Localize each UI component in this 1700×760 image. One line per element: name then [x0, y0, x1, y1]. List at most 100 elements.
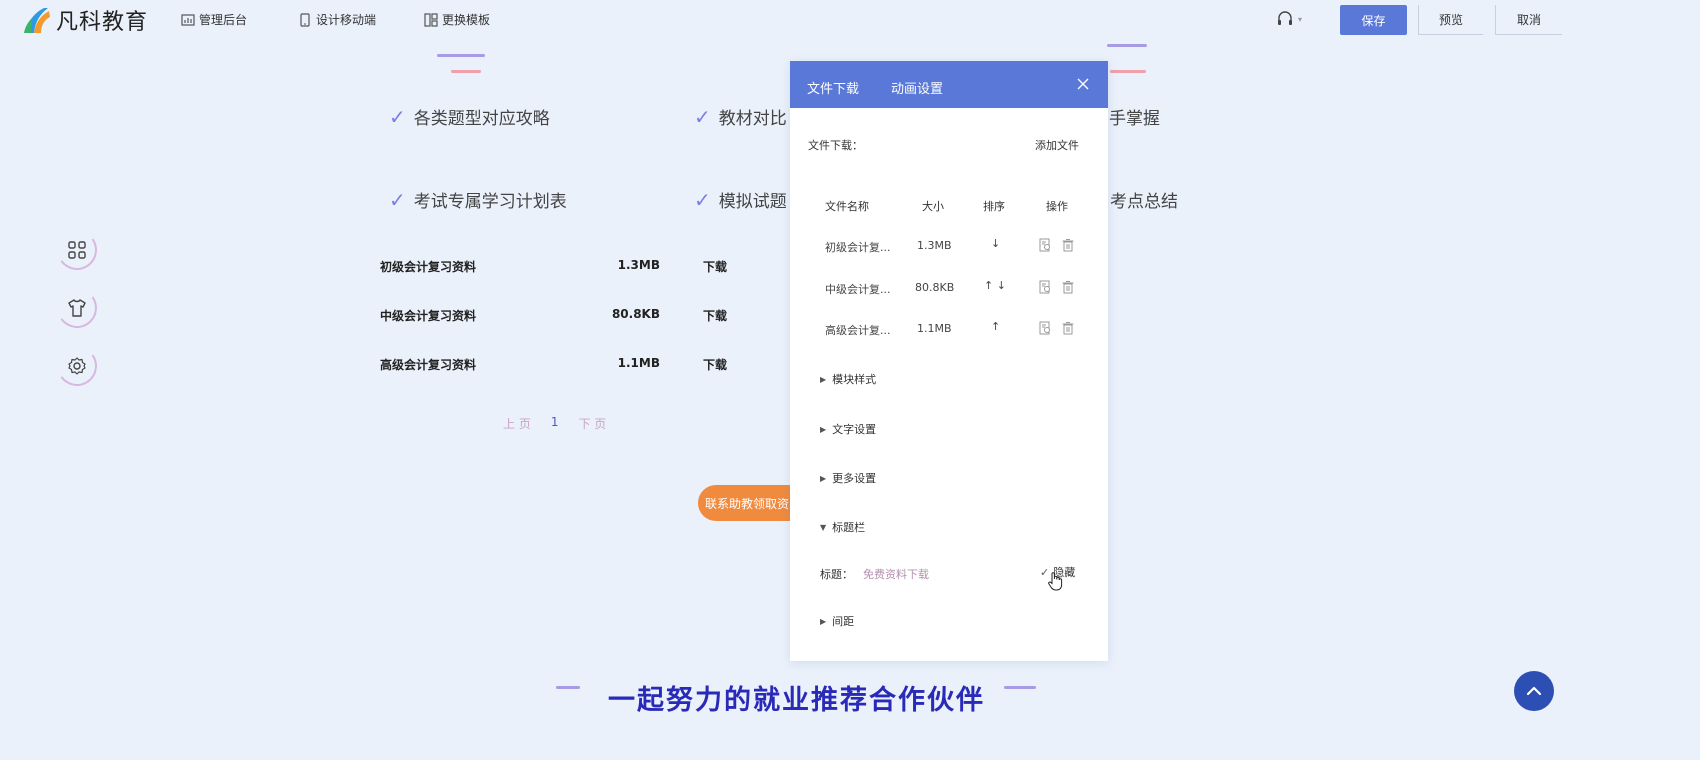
contact-assistant-button[interactable]: 联系助教领取资: [698, 485, 793, 521]
section-title-bar[interactable]: ▼ 标题栏: [820, 519, 865, 535]
file-row: 高级会计复习资料 1.1MB 下载: [380, 356, 740, 376]
section-label: 更多设置: [832, 472, 877, 485]
decor-arc: [53, 342, 101, 390]
delete-icon[interactable]: [1061, 280, 1075, 294]
section-label: 文字设置: [832, 423, 877, 436]
feature-item: ✓ 教材对比: [694, 104, 787, 130]
prev-page-button[interactable]: 上 页: [503, 415, 531, 432]
nav-label: 管理后台: [199, 13, 248, 27]
file-name: 初级会计复...: [825, 241, 891, 254]
caret-right-icon: ▶: [820, 616, 827, 626]
check-icon: ✓: [389, 187, 406, 212]
section-label: 模块样式: [832, 373, 877, 386]
download-link[interactable]: 下载: [703, 258, 727, 275]
feature-label: 教材对比: [718, 109, 787, 129]
edit-file-icon[interactable]: [1038, 238, 1052, 252]
cancel-button[interactable]: 取消: [1495, 5, 1562, 35]
next-page-button[interactable]: 下 页: [578, 415, 606, 432]
file-size: 80.8KB: [611, 307, 660, 321]
feature-item: 考点总结: [1110, 187, 1178, 212]
feature-item: ✓ 各类题型对应攻略: [389, 104, 550, 130]
feature-label: 各类题型对应攻略: [413, 109, 550, 129]
title-label: 标题：: [820, 568, 853, 581]
back-to-top-button[interactable]: [1514, 671, 1554, 711]
caret-down-icon: ▼: [820, 522, 827, 532]
delete-icon[interactable]: [1061, 238, 1075, 252]
save-button[interactable]: 保存: [1340, 5, 1407, 35]
decor-dash: [451, 70, 481, 73]
file-size: 1.3MB: [917, 239, 952, 252]
hand-cursor-icon: [1048, 572, 1063, 591]
delete-icon[interactable]: [1061, 321, 1075, 335]
file-size: 80.8KB: [915, 281, 955, 294]
nav-design-mobile[interactable]: 设计移动端: [298, 11, 376, 28]
brand-name: 凡科教育: [56, 10, 149, 35]
feature-item: 手掌握: [1109, 104, 1160, 129]
check-icon: ✓: [694, 104, 711, 129]
section-module-style[interactable]: ▶ 模块样式: [820, 371, 876, 387]
section-more-settings[interactable]: ▶ 更多设置: [820, 470, 876, 486]
nav-change-template[interactable]: 更换模板: [424, 11, 490, 28]
brand-logo-icon: [24, 8, 50, 33]
file-name: 中级会计复...: [825, 283, 891, 296]
file-download-settings-panel: 文件下载 动画设置 文件下载： 添加文件 文件名称 大小 排序 操作 初级会计复…: [790, 61, 1108, 661]
download-link[interactable]: 下载: [703, 307, 727, 324]
sort-arrows[interactable]: ↑ ↓: [984, 279, 1006, 292]
section-label: 间距: [832, 615, 855, 628]
sort-arrows[interactable]: ↓: [991, 237, 1000, 250]
file-name: 高级会计复习资料: [380, 358, 477, 372]
settings-button[interactable]: [53, 342, 101, 390]
caret-right-icon: ▶: [820, 424, 827, 434]
sort-arrows[interactable]: ↑: [991, 320, 1000, 333]
section-text-settings[interactable]: ▶ 文字设置: [820, 421, 876, 437]
column-header-size: 大小: [922, 200, 944, 213]
headset-icon: [1278, 11, 1292, 25]
caret-right-icon: ▶: [820, 374, 827, 384]
support-menu[interactable]: ▾: [1276, 9, 1308, 29]
column-header-sort: 排序: [983, 200, 1005, 213]
brand-logo[interactable]: 凡科教育: [22, 4, 148, 36]
chevron-up-icon: [1526, 686, 1542, 696]
check-icon: ✓: [389, 104, 406, 129]
nav-label: 设计移动端: [316, 13, 377, 27]
column-header-name: 文件名称: [825, 200, 869, 213]
section-label: 标题栏: [832, 521, 866, 534]
section-spacing[interactable]: ▶ 间距: [820, 613, 854, 629]
components-button[interactable]: [53, 226, 101, 274]
title-input[interactable]: 免费资料下载: [863, 566, 929, 582]
caret-right-icon: ▶: [820, 473, 827, 483]
decor-dash: [1107, 44, 1147, 47]
add-file-button[interactable]: 添加文件: [1035, 137, 1079, 153]
preview-button[interactable]: 预览: [1418, 5, 1483, 35]
file-name: 中级会计复习资料: [380, 309, 477, 323]
tab-file-download[interactable]: 文件下载: [807, 78, 859, 97]
file-row: 中级会计复习资料 80.8KB 下载: [380, 307, 740, 327]
file-download-label: 文件下载：: [808, 139, 863, 152]
check-icon: ✓: [694, 187, 711, 212]
file-row: 初级会计复习资料 1.3MB 下载: [380, 258, 740, 278]
decor-dash: [1110, 70, 1146, 73]
download-link[interactable]: 下载: [703, 356, 727, 373]
file-size: 1.1MB: [617, 356, 660, 370]
feature-item: ✓ 模拟试题: [694, 187, 787, 213]
top-bar: 凡科教育 管理后台 设计移动端 更换模板 ▾ 保存 预览 取消: [0, 0, 1700, 40]
current-page[interactable]: 1: [551, 415, 559, 432]
file-name: 高级会计复...: [825, 324, 891, 337]
theme-button[interactable]: [53, 284, 101, 332]
edit-file-icon[interactable]: [1038, 321, 1052, 335]
nav-manage-backend[interactable]: 管理后台: [181, 11, 247, 28]
file-size: 1.1MB: [917, 322, 952, 335]
tab-animation-settings[interactable]: 动画设置: [891, 78, 943, 97]
decor-dash: [556, 686, 580, 689]
panel-header: 文件下载 动画设置: [790, 61, 1108, 108]
edit-file-icon[interactable]: [1038, 280, 1052, 294]
bar-chart-icon: [181, 13, 195, 26]
decor-arc: [53, 284, 101, 332]
file-size: 1.3MB: [617, 258, 660, 272]
feature-label: 考试专属学习计划表: [413, 192, 567, 212]
close-icon[interactable]: [1076, 77, 1090, 91]
decor-dash: [437, 54, 485, 57]
feature-label: 考点总结: [1110, 192, 1178, 212]
chevron-down-icon: ▾: [1298, 14, 1303, 24]
decor-arc: [53, 226, 101, 274]
